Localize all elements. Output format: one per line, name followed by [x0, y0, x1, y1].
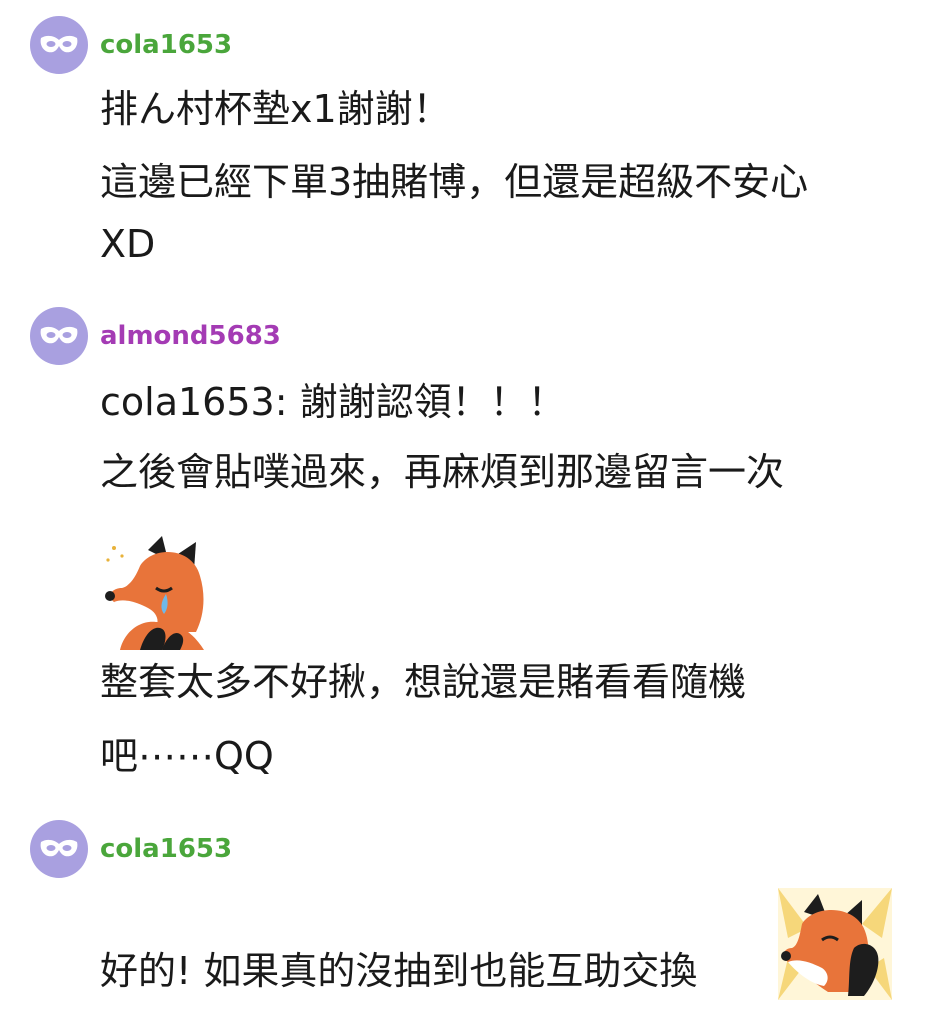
fox-illustration: [105, 536, 204, 650]
crying-fox-sticker[interactable]: [100, 536, 214, 650]
username[interactable]: cola1653: [100, 29, 232, 61]
mask-icon: [40, 35, 78, 53]
comment-text: XD: [100, 222, 156, 266]
avatar[interactable]: [30, 820, 88, 878]
fox-illustration: [778, 888, 892, 1000]
comment-text: 排ん村杯墊x1謝謝！: [100, 87, 451, 131]
username[interactable]: almond5683: [100, 320, 281, 352]
avatar[interactable]: [30, 307, 88, 365]
comment-text: 吧⋯⋯QQ: [100, 734, 274, 778]
comment-text: 好的! 如果真的沒抽到也能互助交換: [100, 949, 698, 993]
mask-icon: [40, 839, 78, 857]
comment-text: 整套太多不好揪，想說還是賭看看隨機: [100, 660, 747, 704]
happy-fox-sticker[interactable]: [778, 888, 892, 1000]
comment-text: 這邊已經下單3抽賭博，但還是超級不安心: [100, 160, 809, 204]
comment-text: cola1653: 謝謝認領！！！: [100, 380, 566, 424]
avatar[interactable]: [30, 16, 88, 74]
username[interactable]: cola1653: [100, 833, 232, 865]
mask-icon: [40, 326, 78, 344]
comment-text: 之後會貼噗過來，再麻煩到那邊留言一次: [100, 450, 785, 494]
